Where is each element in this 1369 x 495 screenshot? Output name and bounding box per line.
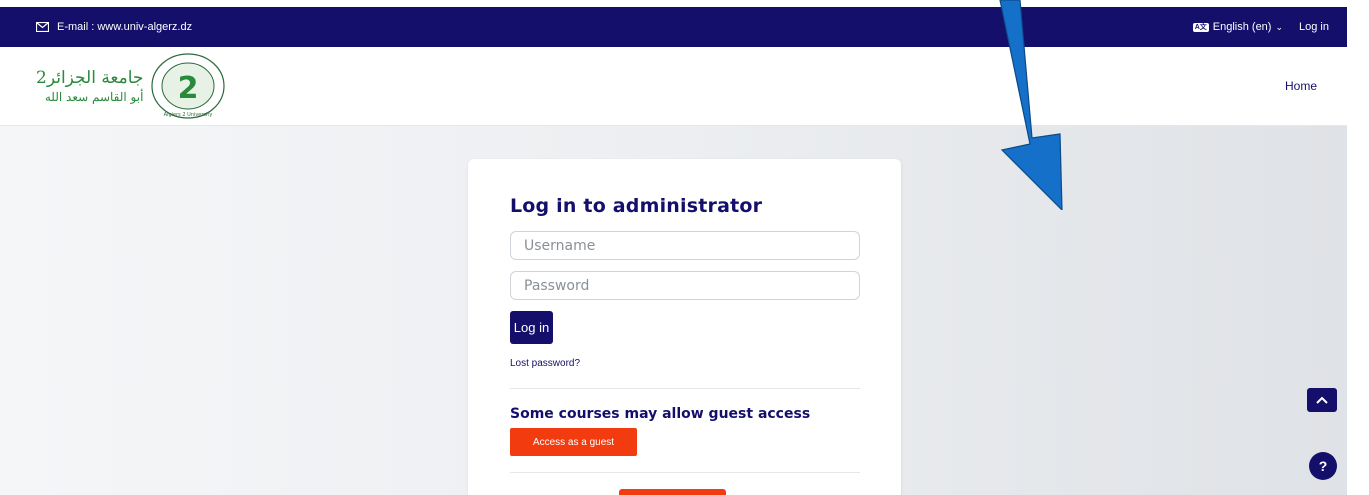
guest-access-button[interactable]: Access as a guest [510, 428, 637, 456]
username-input[interactable] [510, 231, 860, 260]
home-link[interactable]: Home [1285, 79, 1317, 93]
chevron-down-icon: ⌄ [1275, 21, 1284, 32]
language-menu[interactable]: A文 English (en) ⌄ [1192, 21, 1284, 33]
site-header: جامعة الجزائر2 أبو القاسم سعد الله 2 Alg… [0, 47, 1347, 126]
envelope-icon [36, 22, 49, 32]
university-seal-icon: 2 Algiers 2 University [151, 53, 226, 119]
svg-text:2: 2 [178, 71, 199, 106]
divider [510, 472, 860, 473]
logo-text: جامعة الجزائر2 أبو القاسم سعد الله [36, 68, 143, 104]
main-content: Log in to administrator Log in Lost pass… [0, 126, 1347, 495]
top-login-link[interactable]: Log in [1299, 21, 1329, 33]
login-title: Log in to administrator [510, 195, 763, 217]
password-input[interactable] [510, 271, 860, 300]
top-bar: E-mail : www.univ-algerz.dz A文 English (… [0, 7, 1347, 47]
language-label: English (en) [1212, 21, 1272, 33]
svg-text:Algiers 2 University: Algiers 2 University [164, 112, 213, 118]
login-card: Log in to administrator Log in Lost pass… [468, 159, 901, 495]
university-logo[interactable]: جامعة الجزائر2 أبو القاسم سعد الله 2 Alg… [36, 52, 227, 120]
annotation-arrow-icon [999, 0, 1063, 210]
partial-button[interactable] [619, 489, 726, 495]
logo-line-2: أبو القاسم سعد الله [44, 90, 144, 104]
email-text: E-mail : www.univ-algerz.dz [57, 21, 193, 33]
lost-password-link[interactable]: Lost password? [510, 358, 580, 369]
guest-access-heading: Some courses may allow guest access [510, 406, 811, 422]
divider [510, 388, 860, 389]
help-button[interactable]: ? [1309, 452, 1337, 480]
logo-line-1: جامعة الجزائر2 [36, 68, 144, 88]
login-button[interactable]: Log in [510, 311, 553, 344]
back-to-top-button[interactable] [1307, 388, 1337, 412]
email-info: E-mail : www.univ-algerz.dz [36, 21, 192, 33]
chevron-up-icon [1316, 396, 1328, 404]
language-icon: A文 [1192, 22, 1209, 32]
